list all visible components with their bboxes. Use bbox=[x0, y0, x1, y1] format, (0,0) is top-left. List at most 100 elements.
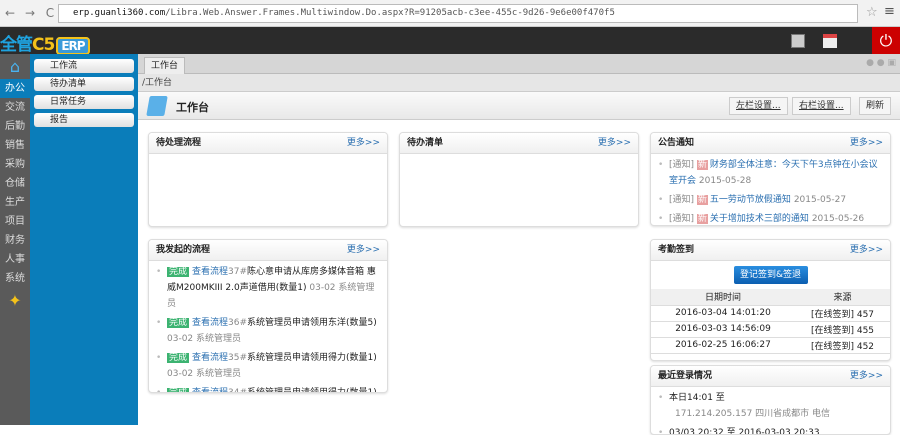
logout-power-icon[interactable]: ⏻ bbox=[872, 27, 900, 54]
panel-title: 考勤签到 bbox=[658, 245, 695, 255]
more-link[interactable]: 更多>> bbox=[850, 366, 883, 387]
list-item: [通知] 新财务部全体注意：今天下午3点钟在小会议室开会 2015-05-28 bbox=[651, 154, 890, 189]
source-cell: [在线签到] 455 bbox=[795, 321, 890, 338]
new-badge: 新 bbox=[696, 195, 708, 205]
workflow-text: 系统管理员申请领用东洋(数量5) bbox=[247, 318, 377, 328]
source-cell: [在线签到] 452 bbox=[795, 337, 890, 354]
new-badge: 新 bbox=[696, 214, 708, 224]
view-workflow-link[interactable]: 查看流程 bbox=[192, 353, 228, 363]
list-item: 03/03 20:32 至 2016-03-03 20:33 bbox=[651, 422, 890, 435]
date: 03-02 bbox=[309, 283, 336, 293]
workflow-number: 36# bbox=[228, 318, 248, 328]
more-link[interactable]: 更多>> bbox=[347, 240, 380, 261]
left-column-settings-button[interactable]: 左栏设置... bbox=[729, 97, 788, 115]
nav-system[interactable]: 系统 bbox=[0, 269, 30, 288]
address-bar[interactable]: erp.guanli360.com/Libra.Web.Answer.Frame… bbox=[58, 4, 858, 23]
notice-tag: [通知] bbox=[669, 160, 695, 170]
notice-link[interactable]: 关于增加技术三部的通知 bbox=[710, 214, 809, 224]
submenu: 工作流 待办清单 日常任务 报告 bbox=[30, 54, 138, 425]
attendance-panel: 考勤签到 更多>> 登记签到&签退 日期时间 来源 2016-03-04 14:01:… bbox=[650, 239, 891, 361]
panel-title: 最近登录情况 bbox=[658, 371, 713, 381]
date: 03-02 bbox=[167, 334, 194, 344]
logo: 全管C5 ERP bbox=[0, 30, 90, 55]
col-datetime: 日期时间 bbox=[651, 289, 795, 306]
attendance-table: 日期时间 来源 2016-03-04 14:01:20 [在线签到] 457 2016-… bbox=[651, 289, 890, 354]
col-source: 来源 bbox=[795, 289, 890, 306]
nav-project[interactable]: 项目 bbox=[0, 212, 30, 231]
nav-purchase[interactable]: 采购 bbox=[0, 155, 30, 174]
status-badge: 完成 bbox=[167, 267, 190, 277]
panel-title: 我发起的流程 bbox=[156, 245, 211, 255]
more-link[interactable]: 更多>> bbox=[850, 133, 883, 154]
window-controls-icon[interactable]: ● ● ▣ bbox=[866, 58, 896, 68]
notice-link[interactable]: 五一劳动节放假通知 bbox=[710, 195, 791, 205]
reload-icon[interactable]: C bbox=[40, 6, 60, 20]
list-item: 本日14:01 至 171.214.205.157 四川省成都市 电信 bbox=[651, 387, 890, 422]
apps-icon[interactable]: ✦ bbox=[0, 288, 30, 313]
more-link[interactable]: 更多>> bbox=[347, 133, 380, 154]
status-badge: 完成 bbox=[167, 318, 190, 328]
date: 2015-05-26 bbox=[811, 214, 865, 224]
view-workflow-link[interactable]: 查看流程 bbox=[192, 318, 228, 328]
list-item: 完成查看流程34#系统管理员申请领用得力(数量1) 03-02 系统管理员 bbox=[149, 382, 387, 393]
nav-sales[interactable]: 销售 bbox=[0, 136, 30, 155]
nav-hr[interactable]: 人事 bbox=[0, 250, 30, 269]
new-badge: 新 bbox=[696, 160, 708, 170]
app-header: 全管C5 ERP bbox=[0, 27, 900, 55]
view-workflow-link[interactable]: 查看流程 bbox=[192, 388, 228, 392]
nav-communication[interactable]: 交流 bbox=[0, 98, 30, 117]
menu-icon[interactable]: ≡ bbox=[884, 4, 895, 19]
submenu-workflow[interactable]: 工作流 bbox=[34, 59, 134, 73]
view-workflow-link[interactable]: 查看流程 bbox=[192, 267, 228, 277]
panel-title: 公告通知 bbox=[658, 138, 695, 148]
status-badge: 完成 bbox=[167, 353, 190, 363]
list-item: [通知] 新关于增加技术三部的通知 2015-05-26 bbox=[651, 208, 890, 225]
user: 系统管理员 bbox=[196, 334, 242, 344]
calculator-icon[interactable] bbox=[791, 34, 805, 48]
nav-office[interactable]: 办公 bbox=[0, 79, 30, 98]
back-icon[interactable]: ← bbox=[0, 6, 20, 20]
status-badge: 完成 bbox=[167, 388, 190, 392]
workflow-text: 系统管理员申请领用得力(数量1) bbox=[247, 388, 377, 393]
forward-icon[interactable]: → bbox=[20, 6, 40, 20]
bookmark-star-icon[interactable]: ☆ bbox=[866, 5, 878, 20]
home-icon[interactable]: ⌂ bbox=[0, 54, 30, 79]
date: 03-02 bbox=[167, 369, 194, 379]
nav-logistics[interactable]: 后勤 bbox=[0, 117, 30, 136]
submenu-todo[interactable]: 待办清单 bbox=[34, 77, 134, 91]
submenu-daily-tasks[interactable]: 日常任务 bbox=[34, 95, 134, 109]
list-item: 完成查看流程37#陈心意申请从库房多媒体音箱 惠威M200MKIII 2.0声道… bbox=[149, 261, 387, 312]
sign-in-out-button[interactable]: 登记签到&签退 bbox=[733, 266, 808, 284]
date: 2015-05-28 bbox=[698, 176, 752, 186]
calendar-icon[interactable] bbox=[823, 34, 837, 48]
todo-panel: 待办清单 更多>> bbox=[399, 132, 639, 227]
login-time: 本日14:01 至 bbox=[669, 393, 725, 403]
tab-workbench[interactable]: 工作台 bbox=[144, 57, 186, 74]
more-link[interactable]: 更多>> bbox=[598, 133, 631, 154]
refresh-button[interactable]: 刷新 bbox=[859, 97, 892, 115]
submenu-reports[interactable]: 报告 bbox=[34, 113, 134, 127]
nav-production[interactable]: 生产 bbox=[0, 193, 30, 212]
table-row: 2016-03-04 14:01:20 [在线签到] 457 bbox=[651, 305, 890, 322]
breadcrumb: /工作台 bbox=[138, 74, 900, 92]
workflow-number: 35# bbox=[228, 353, 248, 363]
title-bar: 工作台 左栏设置... 右栏设置... 刷新 bbox=[138, 92, 900, 120]
date: 2015-05-27 bbox=[793, 195, 847, 205]
tab-bar: 工作台 ● ● ▣ bbox=[138, 54, 900, 74]
notice-panel: 公告通知 更多>> [通知] 新财务部全体注意：今天下午3点钟在小会议室开会 20… bbox=[650, 132, 891, 226]
nav-warehouse[interactable]: 仓储 bbox=[0, 174, 30, 193]
notice-tag: [通知] bbox=[669, 214, 695, 224]
table-row: 2016-03-03 14:56:09 [在线签到] 455 bbox=[651, 321, 890, 338]
url-path: /Libra.Web.Answer.Frames.Multiwindow.Do.… bbox=[165, 8, 615, 18]
table-row: 2016-02-25 16:06:27 [在线签到] 452 bbox=[651, 337, 890, 354]
more-link[interactable]: 更多>> bbox=[850, 240, 883, 261]
my-workflows-panel: 我发起的流程 更多>> 完成查看流程37#陈心意申请从库房多媒体音箱 惠威M200… bbox=[148, 239, 388, 393]
workbench-icon bbox=[146, 96, 168, 116]
login-time: 03/03 20:32 至 2016-03-03 20:33 bbox=[669, 428, 820, 435]
url-host: erp.guanli360.com bbox=[73, 8, 166, 18]
workflow-number: 37# bbox=[228, 267, 248, 277]
nav-finance[interactable]: 财务 bbox=[0, 231, 30, 250]
login-detail: 171.214.205.157 四川省成都市 电信 bbox=[675, 409, 831, 419]
datetime-cell: 2016-03-04 14:01:20 bbox=[651, 305, 795, 322]
right-column-settings-button[interactable]: 右栏设置... bbox=[792, 97, 851, 115]
